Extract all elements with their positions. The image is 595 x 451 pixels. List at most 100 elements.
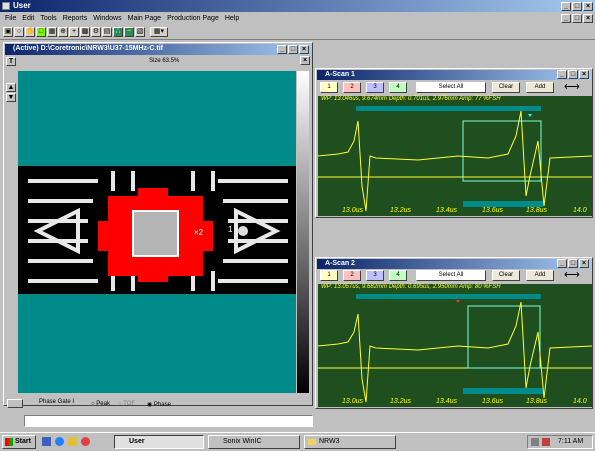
system-tray: 7:11 AM [527,435,593,449]
taskbar: Start User Sonix WinIC NRW3 7:11 AM [0,432,595,451]
start-button[interactable]: Start [2,435,36,449]
task-sonix-winic[interactable]: Sonix WinIC [208,435,300,449]
ascan2-clear-button[interactable]: Clear [492,270,520,281]
ascan2-tick-3: 13.6us [482,398,504,405]
image-scroll-left-button[interactable]: × [300,56,310,65]
scan-image [18,166,296,294]
ascan1-gate1-button[interactable]: 1 [320,82,338,93]
close-button[interactable]: × [583,2,593,11]
phase-gate-panel: Phase Gate I ○ Peak ○ TOF ◉ Phase [3,396,313,410]
marker-2: ×2 [194,228,204,237]
ascan2-titlebar: A-Scan 2 _ □ × [317,259,591,269]
ascan1-close-button[interactable]: × [579,70,589,79]
menu-production-page[interactable]: Production Page [164,13,222,24]
scroll-up-button[interactable]: ▲ [6,83,16,92]
image-maximize-button[interactable]: □ [288,45,298,54]
save-icon[interactable]: ▩ [80,27,90,37]
color-scale-bar [297,71,309,393]
menu-tools[interactable]: Tools [37,13,59,24]
ascan2-add-button[interactable]: Add [526,270,554,281]
menu-windows[interactable]: Windows [90,13,124,24]
clock: 7:11 AM [558,438,584,445]
radio-phase[interactable]: ◉ Phase [147,401,171,408]
mdi-restore-button[interactable]: □ [572,14,582,23]
radio-tof[interactable]: ○ TOF [118,401,135,407]
ascan1-maximize-button[interactable]: □ [568,70,578,79]
quicklaunch-outlook-icon[interactable] [68,437,77,446]
radio-tof-label: TOF [123,401,136,407]
radio-peak-label: Peak [96,401,110,407]
quicklaunch-ie-icon[interactable] [55,437,64,446]
image-window-title: (Active) D:\Coretronic\NRW3\U37-15MHz-C.… [13,45,163,52]
ascan2-select-all-button[interactable]: Select All [416,270,486,281]
image-canvas[interactable]: ×2 1 [18,71,296,393]
ascan1-ticks: 13.0us 13.2us 13.4us 13.6us 13.8us 14.0 [342,207,587,214]
hand-icon[interactable]: ✋ [25,27,35,37]
view-menu-icon[interactable]: ▦▾ [150,27,168,37]
grid-icon[interactable]: ▦ [47,27,57,37]
ascan2-expand-icon[interactable]: ⟷ [564,268,580,281]
task-user[interactable]: User [114,435,204,449]
ascan2-gate3-button[interactable]: 3 [366,270,384,281]
ascan1-gate2-button[interactable]: 2 [343,82,361,93]
ascan2-gate1-button[interactable]: 1 [320,270,338,281]
scroll-down-button[interactable]: ▼ [6,93,16,102]
zoom-icon[interactable]: ○ [14,27,24,37]
ascan1-select-all-button[interactable]: Select All [416,82,486,93]
ascan2-info: WP: 13.057us, 9.682mm Depth: 0.695us, 2.… [321,284,501,290]
task-nrw3[interactable]: NRW3 [304,435,396,449]
layout-icon[interactable]: ▧ [135,27,145,37]
image-tool-button[interactable]: T [6,57,16,66]
ascan2-minimize-button[interactable]: _ [557,259,567,268]
mdi-close-button[interactable]: × [583,14,593,23]
mdi-minimize-button[interactable]: _ [561,14,571,23]
menu-help[interactable]: Help [222,13,242,24]
ascan1-minimize-button[interactable]: _ [557,70,567,79]
menu-main-page[interactable]: Main Page [125,13,164,24]
ascan1-tick-2: 13.4us [436,207,458,214]
wave-icon[interactable]: ~ [124,27,134,37]
quicklaunch-media-icon[interactable] [81,437,90,446]
ascan2-gate4-button[interactable]: 4 [389,270,407,281]
task-user-label: User [129,438,145,445]
app-icon [2,2,10,10]
quicklaunch-desktop-icon[interactable] [42,437,51,446]
settings-icon[interactable]: ⚙ [91,27,101,37]
ascan2-plot[interactable]: 13.0us 13.2us 13.4us 13.6us 13.8us 14.0 … [317,284,593,407]
chart-icon[interactable]: ∴ [113,27,123,37]
toolbar: ▣ ○ ✋ □ ▦ ⊕ + ▩ ⚙ ▤ ∴ ~ ▧ ▦▾ [0,25,595,40]
ascan1-tick-0: 13.0us [342,207,364,214]
menu-edit[interactable]: Edit [19,13,37,24]
menu-file[interactable]: File [2,13,19,24]
crosshair-icon[interactable]: + [69,27,79,37]
menu-bar: File Edit Tools Reports Windows Main Page Prod… [2,13,562,25]
ascan1-gate4-button[interactable]: 4 [389,82,407,93]
tray-volume-icon[interactable] [542,438,550,446]
image-minimize-button[interactable]: _ [277,45,287,54]
ascan2-maximize-button[interactable]: □ [568,259,578,268]
ascan1-gate3-button[interactable]: 3 [366,82,384,93]
ascan1-tick-5: 14.0 [573,207,587,214]
palette-icon[interactable]: ▤ [102,27,112,37]
minimize-button[interactable]: _ [561,2,571,11]
ascan1-plot[interactable]: 13.0us 13.2us 13.4us 13.6us 13.8us 14.0 … [317,96,593,216]
phase-gate-button[interactable] [7,399,23,408]
image-window: (Active) D:\Coretronic\NRW3\U37-15MHz-C.… [3,42,313,406]
status-field [24,415,313,427]
menu-reports[interactable]: Reports [60,13,91,24]
ascan1-expand-icon[interactable]: ⟷ [564,80,580,93]
image-close-button[interactable]: × [299,45,309,54]
maximize-button[interactable]: □ [572,2,582,11]
stop-icon[interactable]: ▣ [3,27,13,37]
ascan1-clear-button[interactable]: Clear [492,82,520,93]
tray-network-icon[interactable] [531,438,539,446]
radio-peak[interactable]: ○ Peak [91,401,110,407]
start-label: Start [15,438,31,445]
ascan2-close-button[interactable]: × [579,259,589,268]
target-icon[interactable]: ⊕ [58,27,68,37]
select-rect-icon[interactable]: □ [36,27,46,37]
ascan2-gate2-button[interactable]: 2 [343,270,361,281]
ascan1-tick-3: 13.6us [482,207,504,214]
ascan2-tick-1: 13.2us [390,398,412,405]
ascan1-add-button[interactable]: Add [526,82,554,93]
